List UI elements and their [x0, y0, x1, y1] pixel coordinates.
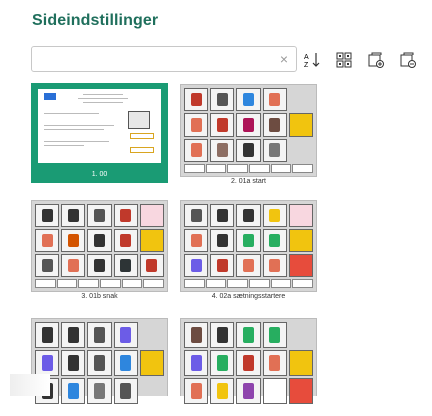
sort-az-icon[interactable]: AZ [302, 50, 322, 70]
copy-page-icon[interactable] [366, 50, 386, 70]
page-thumbnail-4[interactable] [180, 200, 317, 292]
page-thumbnail-1[interactable]: 1. 00 [31, 83, 168, 183]
document-preview [38, 89, 161, 163]
qr-grid-icon[interactable] [334, 50, 354, 70]
page-label: 2. 01a start [230, 178, 267, 185]
svg-text:A: A [304, 54, 309, 61]
page-thumbnail-6[interactable] [180, 318, 317, 404]
page-label: 4. 02a sætningsstartere [211, 293, 286, 300]
paste-page-icon[interactable] [398, 50, 418, 70]
page-title: Sideindstillinger [32, 12, 159, 29]
page-label: 3. 01b snak [81, 293, 118, 300]
search-input[interactable]: × [31, 46, 297, 72]
page-thumbnail-3[interactable] [31, 200, 168, 292]
page-thumbnail-2[interactable] [180, 84, 317, 177]
page-label: 1. 00 [91, 171, 108, 178]
svg-text:Z: Z [304, 62, 309, 69]
clear-icon[interactable]: × [280, 51, 288, 67]
page-thumbnail-5[interactable] [10, 318, 168, 404]
